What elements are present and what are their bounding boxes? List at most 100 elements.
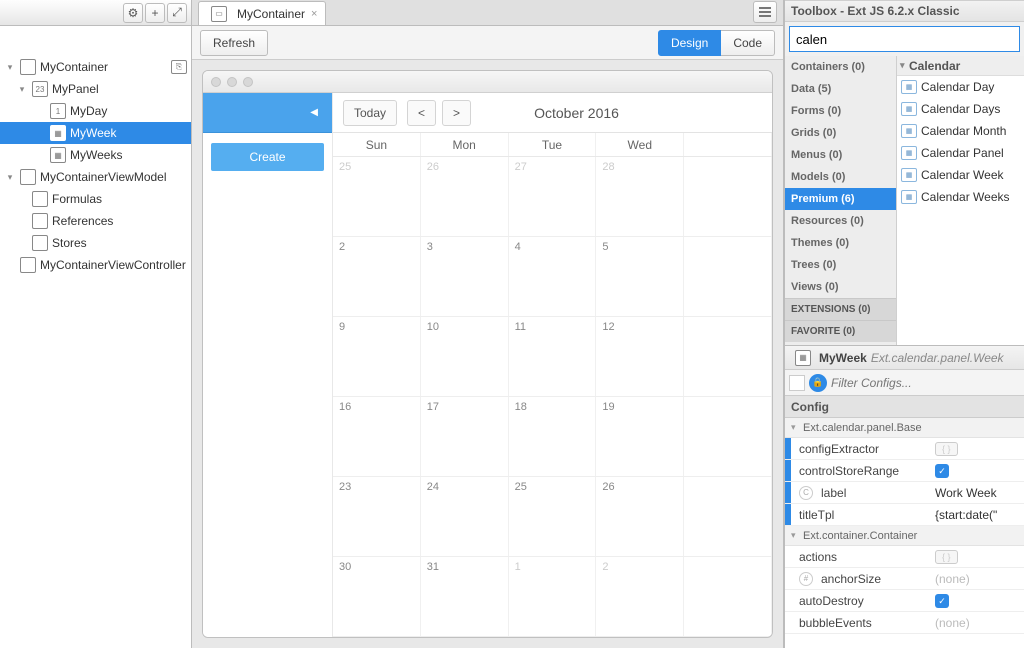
plus-icon[interactable]: +: [145, 3, 165, 23]
traffic-light-close[interactable]: [211, 77, 221, 87]
toolbox-category[interactable]: Views (0): [785, 276, 896, 298]
calendar-cell[interactable]: 19: [596, 397, 684, 476]
filter-configs-input[interactable]: [831, 376, 1020, 390]
lock-icon[interactable]: 🔒: [809, 374, 827, 392]
collapse-sidebar-button[interactable]: [203, 93, 332, 133]
cal-icon: ▦: [50, 125, 66, 141]
calendar-cell[interactable]: 11: [509, 317, 597, 396]
calendar-cell[interactable]: 31: [421, 557, 509, 636]
tree-node-references[interactable]: References: [0, 210, 191, 232]
calendar-cell[interactable]: 26: [596, 477, 684, 556]
tree-node-mycontainerviewcontroller[interactable]: MyContainerViewController: [0, 254, 191, 276]
tree-node-myweek[interactable]: ▦MyWeek: [0, 122, 191, 144]
toolbox-category[interactable]: Containers (0): [785, 56, 896, 78]
toolbox-group-header[interactable]: Calendar: [897, 56, 1024, 76]
calendar-cell[interactable]: [684, 317, 772, 396]
next-button[interactable]: >: [442, 100, 471, 126]
calendar-cell[interactable]: 25: [509, 477, 597, 556]
design-button[interactable]: Design: [658, 30, 721, 56]
toolbox-category[interactable]: Themes (0): [785, 232, 896, 254]
toolbox-category[interactable]: Premium (6): [785, 188, 896, 210]
tree-node-myday[interactable]: 1MyDay: [0, 100, 191, 122]
calendar-cell[interactable]: 3: [421, 237, 509, 316]
close-icon[interactable]: ×: [311, 8, 317, 20]
toolbox-item[interactable]: ▦Calendar Day: [897, 76, 1024, 98]
calendar-cell[interactable]: 17: [421, 397, 509, 476]
toolbox-category[interactable]: Data (5): [785, 78, 896, 100]
calendar-cell[interactable]: 28: [596, 157, 684, 236]
calendar-cell[interactable]: 25: [333, 157, 421, 236]
toolbox-category[interactable]: EXTENSIONS (0): [785, 298, 896, 320]
calendar-cell[interactable]: 2: [596, 557, 684, 636]
hamburger-icon[interactable]: [753, 1, 777, 23]
gear-icon[interactable]: ⚙: [123, 3, 143, 23]
calendar-cell[interactable]: 12: [596, 317, 684, 396]
prev-button[interactable]: <: [407, 100, 436, 126]
calendar-cell[interactable]: 26: [421, 157, 509, 236]
config-group[interactable]: Ext.calendar.panel.Base: [785, 418, 1024, 438]
refresh-button[interactable]: Refresh: [200, 30, 268, 56]
config-row-label[interactable]: ClabelWork Week: [785, 482, 1024, 504]
today-button[interactable]: Today: [343, 100, 397, 126]
calendar-cell[interactable]: [684, 477, 772, 556]
toolbox-category[interactable]: Trees (0): [785, 254, 896, 276]
tree-node-mycontainer[interactable]: ▾MyContainer⎘: [0, 56, 191, 78]
toolbox-search[interactable]: [789, 26, 1020, 52]
tree-node-myweeks[interactable]: ▦MyWeeks: [0, 144, 191, 166]
traffic-light-min[interactable]: [227, 77, 237, 87]
toolbox-category[interactable]: Grids (0): [785, 122, 896, 144]
inspector-component-name: MyWeek: [819, 351, 867, 365]
calendar-cell[interactable]: 18: [509, 397, 597, 476]
config-group[interactable]: Ext.container.Container: [785, 526, 1024, 546]
calendar-cell[interactable]: [684, 237, 772, 316]
toolbox-item[interactable]: ▦Calendar Panel: [897, 142, 1024, 164]
config-row-titleTpl[interactable]: titleTpl{start:date(": [785, 504, 1024, 526]
traffic-light-max[interactable]: [243, 77, 253, 87]
toolbox-category[interactable]: FAVORITE (0): [785, 320, 896, 342]
design-canvas[interactable]: Create Today < > October 2016 SunMonTueW…: [192, 60, 783, 648]
calendar-cell[interactable]: 1: [509, 557, 597, 636]
right-panel: Toolbox - Ext JS 6.2.x Classic Container…: [784, 0, 1024, 648]
calendar-cell[interactable]: 16: [333, 397, 421, 476]
calendar-cell[interactable]: 10: [421, 317, 509, 396]
calendar-cell[interactable]: 5: [596, 237, 684, 316]
config-row-autoDestroy[interactable]: autoDestroy✓: [785, 590, 1024, 612]
calendar-cell[interactable]: 30: [333, 557, 421, 636]
vc-icon: [20, 257, 36, 273]
calendar-cell[interactable]: [684, 397, 772, 476]
filter-checkbox[interactable]: [789, 375, 805, 391]
project-inspector: ⚙ + ⤢ ▾MyContainer⎘▾23MyPanel1MyDay▦MyWe…: [0, 0, 192, 648]
calendar-cell[interactable]: 23: [333, 477, 421, 556]
config-row-anchorSize[interactable]: #anchorSize(none): [785, 568, 1024, 590]
toolbox-category[interactable]: Menus (0): [785, 144, 896, 166]
toolbox-category[interactable]: Resources (0): [785, 210, 896, 232]
calendar-cell[interactable]: [684, 557, 772, 636]
tree-node-formulas[interactable]: Formulas: [0, 188, 191, 210]
code-button[interactable]: Code: [721, 30, 775, 56]
container-icon: ▭: [211, 6, 227, 22]
toolbox-item[interactable]: ▦Calendar Month: [897, 120, 1024, 142]
calendar-cell[interactable]: 9: [333, 317, 421, 396]
expand-icon[interactable]: ⤢: [167, 3, 187, 23]
calendar-cell[interactable]: 2: [333, 237, 421, 316]
toolbox-search-input[interactable]: [790, 27, 1019, 51]
config-row-controlStoreRange[interactable]: controlStoreRange✓: [785, 460, 1024, 482]
create-button[interactable]: Create: [211, 143, 324, 171]
toolbox-item[interactable]: ▦Calendar Week: [897, 164, 1024, 186]
toolbox-item[interactable]: ▦Calendar Weeks: [897, 186, 1024, 208]
vm-icon: [20, 169, 36, 185]
config-row-configExtractor[interactable]: configExtractor{ }: [785, 438, 1024, 460]
calendar-cell[interactable]: 24: [421, 477, 509, 556]
tab-mycontainer[interactable]: ▭ MyContainer ×: [198, 1, 326, 25]
calendar-cell[interactable]: [684, 157, 772, 236]
toolbox-category[interactable]: Models (0): [785, 166, 896, 188]
config-row-bubbleEvents[interactable]: bubbleEvents(none): [785, 612, 1024, 634]
tree-node-mypanel[interactable]: ▾23MyPanel: [0, 78, 191, 100]
tree-node-mycontainerviewmodel[interactable]: ▾MyContainerViewModel: [0, 166, 191, 188]
toolbox-category[interactable]: Forms (0): [785, 100, 896, 122]
calendar-cell[interactable]: 27: [509, 157, 597, 236]
toolbox-item[interactable]: ▦Calendar Days: [897, 98, 1024, 120]
tree-node-stores[interactable]: Stores: [0, 232, 191, 254]
calendar-cell[interactable]: 4: [509, 237, 597, 316]
config-row-actions[interactable]: actions{ }: [785, 546, 1024, 568]
